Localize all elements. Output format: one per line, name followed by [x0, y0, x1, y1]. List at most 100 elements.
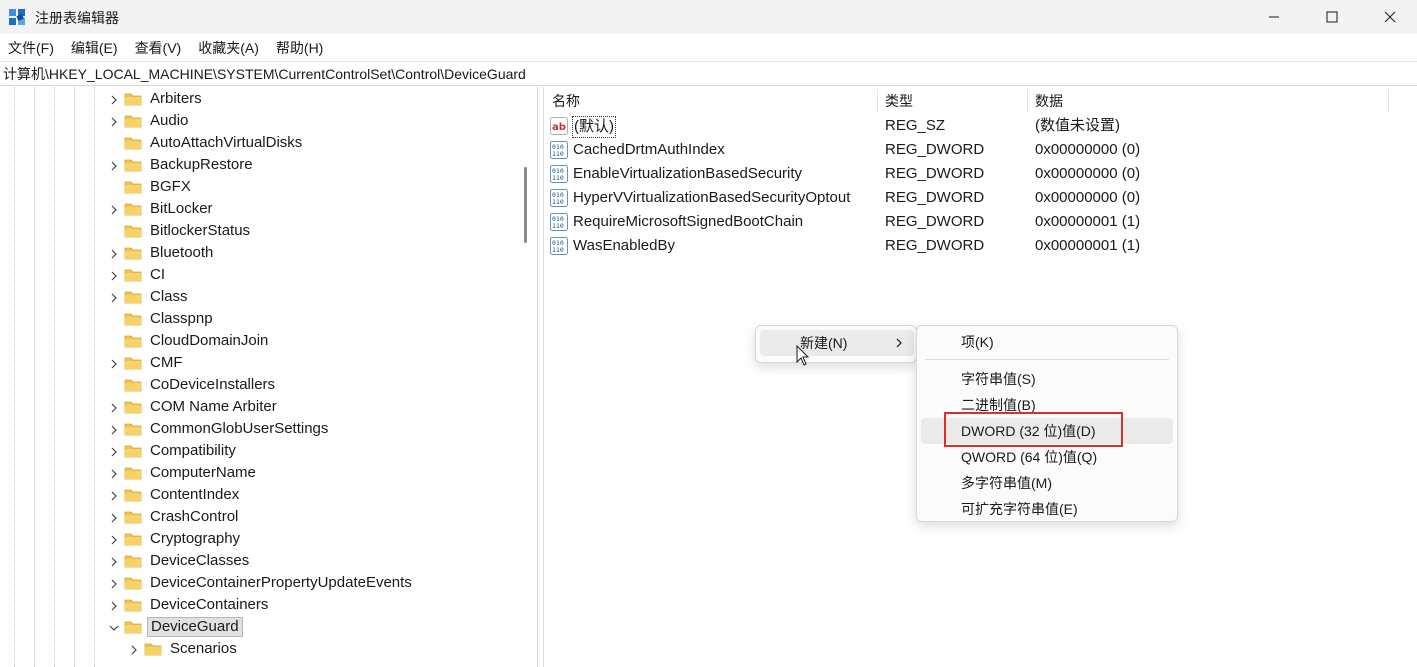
chevron-right-icon[interactable] [108, 423, 120, 435]
tree-item[interactable]: BackupRestore [108, 154, 256, 176]
value-row[interactable]: 010 110 RequireMicrosoftSignedBootChain REG… [545, 210, 1417, 234]
menu-file[interactable]: 文件(F) [0, 36, 63, 60]
chevron-right-icon[interactable] [108, 445, 120, 457]
chevron-right-icon[interactable] [108, 291, 120, 303]
chevron-right-icon [896, 338, 902, 348]
binary-value-icon: 010 110 [550, 237, 568, 255]
value-row[interactable]: 010 110 WasEnabledBy REG_DWORD 0x00000001 (1… [545, 234, 1417, 258]
menu-item-string-value[interactable]: 字符串值(S) [921, 366, 1173, 392]
value-row[interactable]: 010 110 EnableVirtualizationBasedSecurity R… [545, 162, 1417, 186]
highlight-annotation-box [944, 412, 1123, 447]
chevron-down-icon[interactable] [108, 621, 120, 633]
column-header-name[interactable]: 名称 [545, 89, 878, 113]
value-row[interactable]: 010 110 HyperVVirtualizationBasedSecurityO… [545, 186, 1417, 210]
svg-text:ab: ab [552, 122, 566, 133]
tree-item[interactable]: CMF [108, 352, 186, 374]
tree-item[interactable]: DeviceGuard [108, 616, 243, 638]
tree-item[interactable]: CrashControl [108, 506, 241, 528]
chevron-right-icon[interactable] [128, 643, 140, 655]
menu-item-key[interactable]: 项(K) [921, 329, 1173, 355]
chevron-right-icon[interactable] [108, 467, 120, 479]
folder-icon [124, 620, 142, 634]
tree-item[interactable]: Arbiters [108, 88, 205, 110]
chevron-right-icon[interactable] [108, 489, 120, 501]
tree-item[interactable]: Audio [108, 110, 191, 132]
chevron-right-icon[interactable] [108, 357, 120, 369]
chevron-right-icon[interactable] [108, 533, 120, 545]
value-data: 0x00000000 (0) [1035, 141, 1141, 158]
tree-item[interactable]: BitLocker [108, 198, 216, 220]
tree-item[interactable]: DeviceContainerPropertyUpdateEvents [108, 572, 415, 594]
tree-item[interactable]: ContentIndex [108, 484, 242, 506]
menu-help[interactable]: 帮助(H) [268, 36, 332, 60]
tree-item-label: CoDeviceInstallers [150, 376, 276, 393]
address-bar[interactable]: 计算机\HKEY_LOCAL_MACHINE\SYSTEM\CurrentCon… [0, 61, 1417, 86]
menu-item-qword-value[interactable]: QWORD (64 位)值(Q) [921, 444, 1173, 470]
tree-item[interactable]: CoDeviceInstallers [108, 374, 278, 396]
tree-item[interactable]: BGFX [108, 176, 194, 198]
tree-item[interactable]: Classpnp [108, 308, 216, 330]
minimize-button[interactable] [1245, 0, 1303, 34]
value-row[interactable]: 010 110 CachedDrtmAuthIndex REG_DWORD 0x0000… [545, 138, 1417, 162]
value-name: EnableVirtualizationBasedSecurity [573, 165, 803, 182]
menu-separator [925, 359, 1169, 360]
tree-guide-line [74, 87, 75, 667]
tree-item[interactable]: BitlockerStatus [108, 220, 253, 242]
tree-item[interactable]: Cryptography [108, 528, 243, 550]
menu-item-expandable-string-value[interactable]: 可扩充字符串值(E) [921, 496, 1173, 522]
tree-scrollbar-thumb[interactable] [524, 167, 527, 243]
pane-splitter[interactable] [537, 87, 544, 667]
tree-item[interactable]: CI [108, 264, 168, 286]
tree-item-label: BGFX [150, 178, 191, 195]
close-button[interactable] [1361, 0, 1417, 34]
tree-item[interactable]: AutoAttachVirtualDisks [108, 132, 305, 154]
tree-item[interactable]: ComputerName [108, 462, 259, 484]
chevron-right-icon[interactable] [108, 203, 120, 215]
tree-item[interactable]: CloudDomainJoin [108, 330, 271, 352]
column-header-type[interactable]: 类型 [878, 89, 1028, 113]
tree-item-label: Compatibility [150, 442, 236, 459]
tree-item-label: CloudDomainJoin [150, 332, 269, 349]
value-type: REG_DWORD [885, 141, 985, 158]
menu-edit[interactable]: 编辑(E) [63, 36, 127, 60]
context-menu: 新建(N) [755, 325, 917, 363]
chevron-right-icon[interactable] [108, 247, 120, 259]
svg-text:110: 110 [552, 174, 564, 182]
tree-item[interactable]: COM Name Arbiter [108, 396, 280, 418]
menu-view[interactable]: 查看(V) [127, 36, 191, 60]
value-name: HyperVVirtualizationBasedSecurityOptout [573, 189, 851, 206]
key-tree-pane[interactable]: Arbiters Audio AutoAttachVirtualDisks Backu… [0, 87, 532, 667]
menu-item-multi-string-value[interactable]: 多字符串值(M) [921, 470, 1173, 496]
tree-item-label: DeviceContainerPropertyUpdateEvents [150, 574, 412, 591]
chevron-right-icon[interactable] [108, 269, 120, 281]
chevron-right-icon[interactable] [108, 599, 120, 611]
tree-item[interactable]: DeviceClasses [108, 550, 252, 572]
tree-item[interactable]: Class [108, 286, 191, 308]
maximize-icon [1326, 11, 1338, 23]
binary-value-icon: 010 110 [550, 165, 568, 183]
menu-bar: 文件(F) 编辑(E) 查看(V) 收藏夹(A) 帮助(H) [0, 36, 1417, 60]
tree-guide-line [14, 87, 15, 667]
value-type: REG_SZ [885, 117, 946, 134]
chevron-right-icon[interactable] [108, 115, 120, 127]
chevron-right-icon[interactable] [108, 159, 120, 171]
chevron-right-icon[interactable] [108, 511, 120, 523]
binary-value-icon: 010 110 [550, 189, 568, 207]
tree-item[interactable]: Scenarios [128, 638, 240, 660]
value-row[interactable]: ab (默认) REG_SZ (数值未设置) [545, 114, 1417, 138]
menu-item-new[interactable]: 新建(N) [760, 330, 914, 356]
tree-item[interactable]: DeviceContainers [108, 594, 271, 616]
tree-item-label: BitLocker [150, 200, 213, 217]
chevron-right-icon[interactable] [108, 93, 120, 105]
column-header-data[interactable]: 数据 [1028, 89, 1389, 113]
chevron-right-icon[interactable] [108, 401, 120, 413]
menu-favorites[interactable]: 收藏夹(A) [190, 36, 268, 60]
maximize-button[interactable] [1303, 0, 1361, 34]
chevron-right-icon[interactable] [108, 577, 120, 589]
chevron-right-icon[interactable] [108, 555, 120, 567]
tree-item[interactable]: CommonGlobUserSettings [108, 418, 331, 440]
tree-item[interactable]: Bluetooth [108, 242, 216, 264]
tree-item[interactable]: Compatibility [108, 440, 239, 462]
tree-item-label: DeviceGuard [147, 617, 243, 637]
folder-icon [124, 158, 142, 172]
